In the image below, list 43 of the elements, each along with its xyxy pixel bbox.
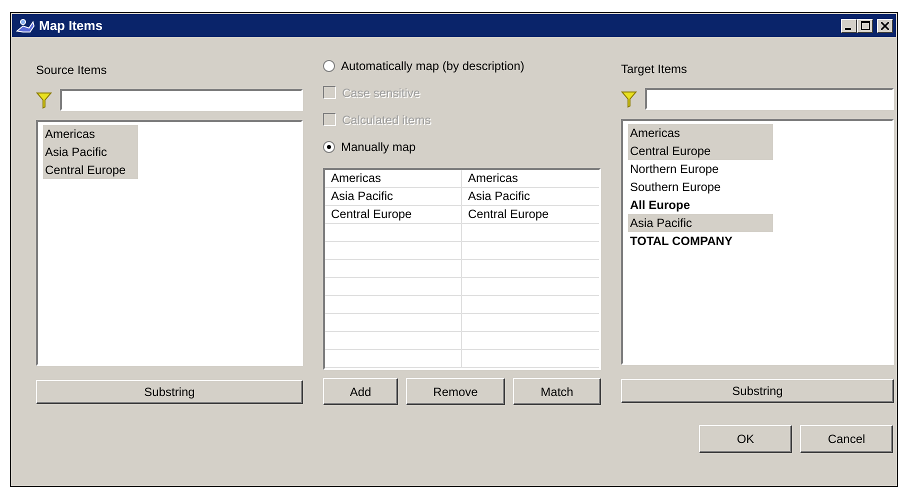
window-title: Map Items: [39, 16, 103, 35]
maximize-button[interactable]: [857, 18, 873, 32]
list-item[interactable]: Central Europe: [43, 161, 138, 179]
action-button[interactable]: Remove: [406, 378, 505, 405]
list-item[interactable]: Asia Pacific: [43, 143, 138, 161]
filter-field[interactable]: [60, 89, 303, 111]
list-item[interactable]: Northern Europe: [628, 160, 773, 178]
option-label: Automatically map (by description): [341, 58, 524, 74]
table-cell-text: Central Europe: [467, 206, 550, 223]
list-item[interactable]: All Europe: [628, 196, 773, 214]
list-item[interactable]: Southern Europe: [628, 178, 773, 196]
item-list[interactable]: Americas Central Europe Northern Europe Southern Europe All Europe Asia Pacific TOTAL COMPANY: [621, 119, 894, 365]
radio-button[interactable]: [323, 60, 335, 72]
table-cell: Asia Pacific: [325, 188, 462, 205]
minimize-icon: [845, 28, 851, 30]
list-item[interactable]: Americas: [628, 124, 773, 142]
map-icon: [15, 18, 35, 34]
list-item[interactable]: Central Europe: [628, 142, 773, 160]
substring-button[interactable]: Substring: [36, 380, 303, 404]
option-label: Manually map: [341, 138, 416, 156]
minimize-button[interactable]: [841, 18, 857, 32]
table-cell-text: Americas: [467, 170, 520, 187]
list-item[interactable]: Americas: [43, 125, 138, 143]
table-cell: Central Europe: [325, 206, 462, 223]
filter-icon: [36, 91, 52, 109]
list-item[interactable]: TOTAL COMPANY: [628, 232, 773, 250]
dialog-button[interactable]: OK: [699, 425, 792, 453]
action-button[interactable]: Add: [323, 378, 398, 405]
close-button[interactable]: [877, 18, 893, 32]
dialog-button[interactable]: Cancel: [800, 425, 893, 453]
close-icon: [881, 22, 889, 30]
table-cell-text: Asia Pacific: [467, 188, 532, 205]
filter-field[interactable]: [645, 88, 894, 110]
radio-button[interactable]: [323, 140, 335, 152]
section-label: Target Items: [621, 61, 688, 78]
section-label: Source Items: [36, 62, 107, 79]
maximize-icon: [860, 21, 870, 30]
action-button[interactable]: Match: [513, 378, 601, 405]
item-list[interactable]: Americas Asia Pacific Central Europe: [36, 120, 303, 366]
list-item[interactable]: Asia Pacific: [628, 214, 773, 232]
substring-button[interactable]: Substring: [621, 379, 894, 403]
table-cell: Americas: [325, 170, 462, 187]
filter-icon: [621, 90, 637, 108]
